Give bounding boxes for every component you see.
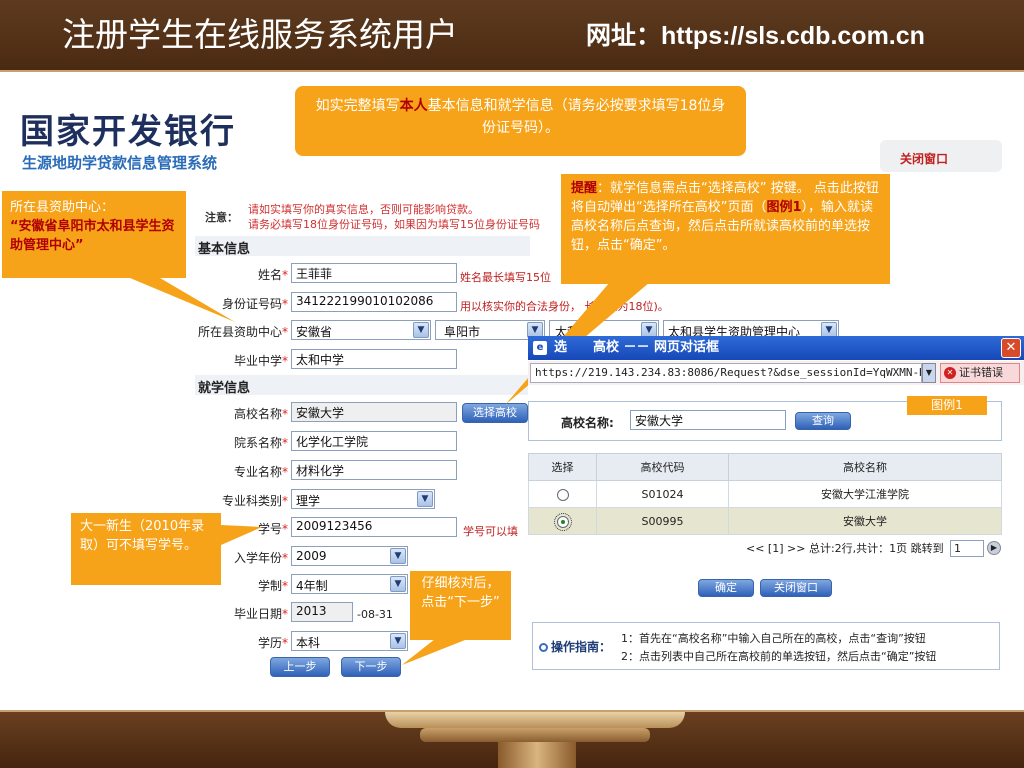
go-arrow-icon[interactable]: ▶ — [987, 541, 1001, 555]
search-label: 高校名称: — [561, 416, 614, 430]
pager-text: << [1] >> 总计:2行,共计：1页 跳转到 — [746, 542, 944, 555]
cert-error-button[interactable]: ✕ 证书错误 — [940, 363, 1020, 383]
name-hint: 姓名最长填写15位 — [460, 271, 551, 284]
table-row: S01024 安徽大学江淮学院 — [528, 480, 1002, 508]
address-bar: https://219.143.234.83:8086/Request?&dse… — [528, 361, 1024, 385]
form-label-name: 姓名* — [257, 268, 288, 282]
student-id-input[interactable]: 2009123456 — [291, 517, 457, 537]
guide-label: 操作指南： — [539, 638, 611, 655]
province-select[interactable]: 安徽省 ▼ — [291, 320, 431, 340]
college-table: 选择 高校代码 高校名称 S01024 安徽大学江淮学院 S00995 安徽大学 — [528, 453, 1002, 535]
chevron-down-icon: ▼ — [413, 322, 429, 338]
next-step-button[interactable]: 下一步 — [341, 657, 401, 677]
college-name: 安徽大学 — [728, 507, 1002, 535]
high-school-input[interactable]: 太和中学 — [291, 349, 457, 369]
id-number-input[interactable]: 341222199010102086 — [291, 292, 457, 312]
callout-center: 所在县资助中心： “安徽省阜阳市太和县学生资助管理中心” — [2, 191, 186, 278]
notice-line: 请务必填写18位身份证号码，如果因为填写15位身份证号码 — [248, 218, 540, 231]
form-label-center: 所在县资助中心* — [197, 325, 288, 339]
query-button[interactable]: 查询 — [795, 412, 851, 430]
section-title-school: 就学信息 — [198, 381, 251, 396]
radio-button[interactable] — [556, 488, 569, 501]
guide-line: 2：点击列表中自己所在高校前的单选按钮，然后点击“确定”按钮 — [621, 650, 937, 663]
page-jump-input[interactable]: 1 — [950, 540, 984, 557]
slide-url: 网址：https://sls.cdb.com.cn — [586, 22, 925, 50]
table-header: 高校名称 — [728, 453, 1002, 481]
radio-button-selected[interactable] — [553, 512, 572, 531]
form-label-college: 高校名称* — [233, 407, 288, 421]
radio-cell[interactable] — [528, 507, 597, 535]
callout-freshman: 大一新生（2010年录取）可不填写学号。 — [71, 513, 221, 585]
table-decoration — [385, 712, 685, 728]
table-row: S00995 安徽大学 — [528, 507, 1002, 535]
error-icon: ✕ — [944, 367, 956, 379]
guide-line: 1：首先在“高校名称”中输入自己所在的高校，点击“查询”按钮 — [621, 632, 926, 645]
table-decoration — [498, 742, 576, 768]
close-icon[interactable]: ✕ — [1001, 338, 1021, 358]
figure-label: 图例1 — [907, 396, 987, 415]
college-name: 安徽大学江淮学院 — [728, 480, 1002, 508]
notice-label: 注意： — [205, 211, 238, 224]
bullet-icon — [539, 643, 548, 652]
slide-title: 注册学生在线服务系统用户 — [62, 15, 458, 54]
select-college-button[interactable]: 选择高校 — [462, 403, 528, 423]
form-label-category: 专业科类别* — [221, 494, 288, 508]
chevron-down-icon[interactable]: ▼ — [922, 363, 936, 383]
major-category-select[interactable]: 理学 ▼ — [291, 489, 435, 509]
notice-line: 请如实填写你的真实信息，否则可能影响贷款。 — [248, 203, 479, 216]
college-input[interactable]: 安徽大学 — [291, 402, 457, 422]
student-id-hint: 学号可以填 — [463, 525, 518, 538]
table-header: 选择 — [528, 453, 597, 481]
chevron-down-icon: ▼ — [417, 491, 433, 507]
callout-top: 如实完整填写本人基本信息和就学信息（请务必按要求填写18位身份证号码）。 — [295, 86, 746, 156]
id-number-hint: 用以核实你的合法身份， 长度应为18位)。 — [460, 300, 669, 313]
table-decoration — [420, 728, 650, 742]
form-label-highschool: 毕业中学* — [233, 354, 288, 368]
dialog-titlebar[interactable]: e 选 高校 －－ 网页对话框 ✕ — [528, 336, 1024, 360]
close-window-link[interactable]: 关闭窗口 — [900, 150, 948, 167]
education-select[interactable]: 本科 ▼ — [291, 631, 408, 651]
dialog-close-button[interactable]: 关闭窗口 — [760, 579, 832, 597]
name-input[interactable]: 王菲菲 — [291, 263, 457, 283]
chevron-down-icon: ▼ — [390, 576, 406, 592]
system-name: 生源地助学贷款信息管理系统 — [22, 154, 218, 172]
callout-check: 仔细核对后，点击“下一步” — [410, 571, 511, 640]
radio-cell[interactable] — [528, 480, 597, 508]
address-field[interactable]: https://219.143.234.83:8086/Request?&dse… — [530, 363, 922, 383]
form-label-id: 身份证号码* — [221, 297, 288, 311]
ok-button[interactable]: 确定 — [698, 579, 754, 597]
form-label-department: 院系名称* — [233, 436, 288, 450]
chevron-down-icon: ▼ — [390, 548, 406, 564]
graduation-date-suffix: -08-31 — [357, 608, 393, 621]
college-code: S00995 — [596, 507, 729, 535]
table-header: 高校代码 — [596, 453, 729, 481]
major-input[interactable]: 材料化学 — [291, 460, 457, 480]
section-title-basic: 基本信息 — [198, 242, 251, 257]
college-search-input[interactable]: 安徽大学 — [630, 410, 786, 430]
duration-select[interactable]: 4年制 ▼ — [291, 574, 408, 594]
prev-step-button[interactable]: 上一步 — [270, 657, 330, 677]
graduation-year-input[interactable]: 2013 — [291, 602, 353, 622]
bank-logo-text: 国家开发银行 — [20, 112, 236, 152]
form-label-major: 专业名称* — [233, 465, 288, 479]
ie-page-icon: e — [533, 341, 547, 355]
college-code: S01024 — [596, 480, 729, 508]
form-label-grad-date: 毕业日期* — [233, 607, 288, 621]
callout-tip: 提醒：就学信息需点击“选择高校” 按键。 点击此按钮将自动弹出“选择所在高校”页… — [561, 174, 890, 284]
department-input[interactable]: 化学化工学院 — [291, 431, 457, 451]
operation-guide: 操作指南： 1：首先在“高校名称”中输入自己所在的高校，点击“查询”按钮 2：点… — [532, 622, 1000, 670]
dialog-title: 选 高校 －－ 网页对话框 — [554, 340, 720, 355]
chevron-down-icon: ▼ — [390, 633, 406, 649]
select-college-dialog: e 选 高校 －－ 网页对话框 ✕ https://219.143.234.83… — [528, 336, 1024, 672]
form-label-education: 学历* — [257, 636, 288, 650]
enroll-year-select[interactable]: 2009 ▼ — [291, 546, 408, 566]
